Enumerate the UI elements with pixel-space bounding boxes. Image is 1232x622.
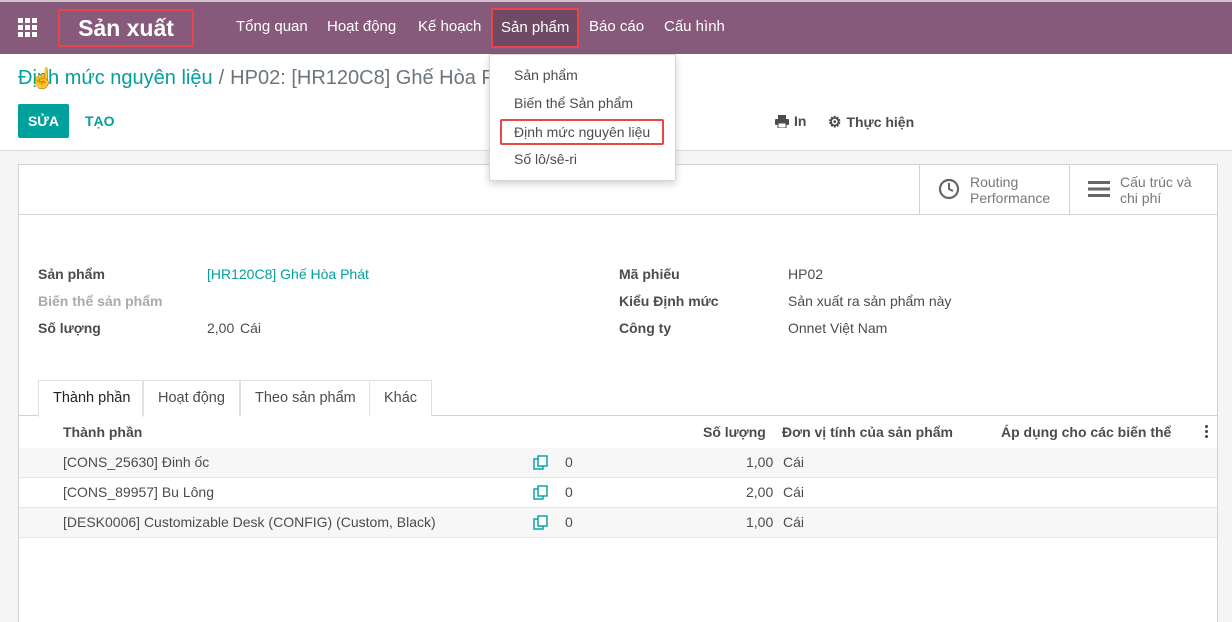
edit-button[interactable]: SỬA	[18, 104, 69, 138]
apps-menu-icon[interactable]	[18, 18, 38, 38]
bom-type-label: Kiểu Định mức	[619, 293, 719, 309]
action-label: Thực hiện	[846, 114, 915, 130]
company-value: Onnet Việt Nam	[788, 320, 888, 336]
menu-products[interactable]: Sản phẩm	[491, 8, 580, 48]
notebook-tabs: Thành phần Hoạt động Theo sản phẩm Khác	[19, 380, 1217, 417]
row-component: [CONS_89957] Bu Lông	[63, 484, 214, 500]
quantity-uom: Cái	[240, 320, 262, 336]
routing-line-2: Performance	[970, 189, 1051, 206]
product-link[interactable]: [HR120C8] Ghế Hòa Phát	[207, 266, 369, 282]
tab-by-products[interactable]: Theo sản phẩm	[240, 380, 371, 416]
top-navbar: Sản xuất Tổng quan Hoạt động Kế hoạch Sả…	[0, 0, 1232, 54]
row-uom: Cái	[783, 514, 805, 530]
routing-line-1: Routing	[970, 173, 1019, 190]
copy-icon[interactable]	[533, 515, 548, 530]
routing-performance-label: Routing Performance	[970, 174, 1050, 206]
row-quantity: 2,00	[746, 484, 774, 500]
app-brand[interactable]: Sản xuất	[58, 9, 194, 47]
row-count: 0	[565, 454, 573, 470]
column-uom[interactable]: Đơn vị tính của sản phẩm	[782, 424, 953, 440]
dropdown-item-bills-of-materials[interactable]: Định mức nguyên liệu	[500, 119, 665, 145]
optional-columns-icon[interactable]	[1205, 425, 1209, 438]
breadcrumb-current: HP02: [HR120C8] Ghế Hòa Phát	[230, 67, 523, 89]
components-table-header: Thành phần Số lượng Đơn vị tính của sản …	[19, 416, 1217, 449]
structure-line-1: Cấu trúc và	[1120, 173, 1192, 190]
company-label: Công ty	[619, 320, 672, 336]
quantity-label: Số lượng	[38, 320, 101, 336]
column-quantity[interactable]: Số lượng	[703, 424, 766, 440]
routing-performance-button[interactable]: Routing Performance	[919, 165, 1070, 214]
products-dropdown: Sản phẩm Biến thể Sản phẩm Định mức nguy…	[489, 54, 676, 181]
column-component[interactable]: Thành phần	[63, 424, 142, 440]
dropdown-item-product-variants[interactable]: Biến thể Sản phẩm	[514, 95, 633, 111]
hand-cursor-icon: ☝	[30, 68, 55, 90]
dropdown-item-lots-serials[interactable]: Số lô/sê-ri	[514, 151, 577, 167]
structure-line-2: chi phí	[1120, 189, 1162, 206]
dropdown-item-products[interactable]: Sản phẩm	[514, 67, 578, 83]
row-uom: Cái	[783, 454, 805, 470]
menu-planning[interactable]: Kế hoạch	[418, 2, 481, 54]
row-uom: Cái	[783, 484, 805, 500]
bom-type-value: Sản xuất ra sản phẩm này	[788, 293, 952, 309]
table-row[interactable]: [CONS_25630] Đinh ốc 0 1,00 Cái	[19, 448, 1217, 478]
structure-cost-button[interactable]: Cấu trúc và chi phí	[1069, 165, 1217, 214]
product-label: Sản phẩm	[38, 266, 105, 282]
row-component: [CONS_25630] Đinh ốc	[63, 454, 210, 470]
list-icon	[1088, 180, 1110, 200]
action-button[interactable]: ⚙ Thực hiện	[828, 113, 914, 131]
row-quantity: 1,00	[746, 454, 774, 470]
column-applies-to-variants[interactable]: Áp dụng cho các biến thể	[1001, 424, 1171, 440]
row-component: [DESK0006] Customizable Desk (CONFIG) (C…	[63, 514, 436, 530]
clock-icon	[938, 178, 960, 202]
menu-overview[interactable]: Tổng quan	[236, 2, 308, 54]
menu-configuration[interactable]: Cấu hình	[664, 2, 725, 54]
gear-icon: ⚙	[828, 114, 842, 131]
tab-misc[interactable]: Khác	[369, 380, 433, 416]
tab-components[interactable]: Thành phần	[38, 380, 143, 417]
reference-label: Mã phiếu	[619, 266, 680, 282]
row-count: 0	[565, 484, 573, 500]
product-variant-label: Biến thể sản phẩm	[38, 293, 163, 309]
copy-icon[interactable]	[533, 485, 548, 500]
print-label: In	[794, 113, 807, 129]
reference-value: HP02	[788, 266, 824, 282]
row-quantity: 1,00	[746, 514, 774, 530]
row-count: 0	[565, 514, 573, 530]
menu-reporting[interactable]: Báo cáo	[589, 2, 644, 54]
print-button[interactable]: In	[775, 113, 806, 129]
breadcrumb: Định mức nguyên liệu / HP02: [HR120C8] Ghế…	[18, 67, 523, 90]
copy-icon[interactable]	[533, 455, 548, 470]
form-sheet: Routing Performance Cấu trúc và chi phí …	[18, 164, 1218, 622]
menu-operations[interactable]: Hoạt động	[327, 2, 396, 54]
tab-operations[interactable]: Hoạt động	[143, 380, 240, 416]
structure-cost-label: Cấu trúc và chi phí	[1120, 174, 1192, 206]
printer-icon	[775, 114, 789, 128]
breadcrumb-separator: /	[218, 67, 225, 89]
table-row[interactable]: [CONS_89957] Bu Lông 0 2,00 Cái	[19, 478, 1217, 508]
quantity-value: 2,00	[207, 320, 235, 336]
table-row[interactable]: [DESK0006] Customizable Desk (CONFIG) (C…	[19, 508, 1217, 538]
create-button[interactable]: TẠO	[85, 113, 115, 129]
